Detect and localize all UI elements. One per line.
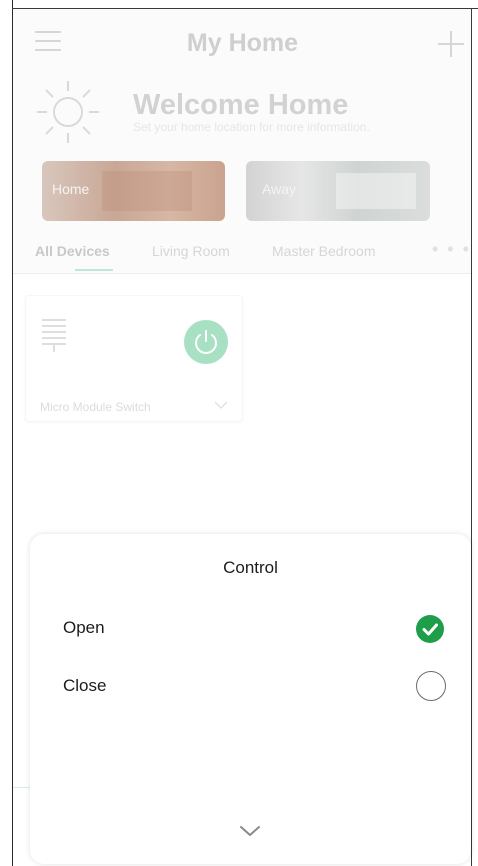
sheet-title: Control — [223, 558, 278, 577]
tabs-more-icon[interactable]: • • • — [432, 239, 471, 260]
tab-all-devices[interactable]: All Devices — [35, 243, 110, 259]
scene-home-label: Home — [52, 181, 90, 197]
welcome-subtitle: Set your home location for more informat… — [133, 120, 370, 134]
frame-edge — [12, 0, 13, 866]
sun-icon — [37, 81, 99, 143]
option-close[interactable]: Close — [30, 666, 471, 706]
welcome-title: Welcome Home — [133, 89, 349, 121]
chevron-down-icon[interactable] — [214, 400, 228, 410]
power-icon — [195, 330, 217, 354]
collapse-chevron-icon[interactable] — [235, 821, 265, 841]
home-header: My Home Welcome Home Set your home locat… — [13, 9, 472, 274]
app-window: My Home Welcome Home Set your home locat… — [0, 0, 478, 866]
power-button[interactable] — [184, 320, 228, 364]
control-sheet: Control Open Close — [30, 534, 471, 864]
scene-away-label: Away — [262, 181, 296, 197]
frame-edge — [471, 8, 472, 866]
tab-living-room[interactable]: Living Room — [152, 243, 230, 259]
page-title: My Home — [186, 29, 299, 57]
tab-master-bedroom[interactable]: Master Bedroom — [272, 243, 375, 259]
unchecked-radio-icon[interactable] — [416, 671, 446, 701]
active-tab-indicator — [75, 269, 113, 271]
option-open-label: Open — [63, 618, 105, 637]
switch-device-icon — [42, 319, 66, 352]
add-icon[interactable] — [438, 31, 464, 57]
frame-edge — [12, 8, 478, 9]
device-name: Micro Module Switch — [40, 400, 151, 414]
option-open[interactable]: Open — [30, 608, 471, 648]
scene-away-card[interactable]: Away — [246, 161, 430, 221]
device-card[interactable]: Micro Module Switch — [25, 295, 243, 422]
scene-home-card[interactable]: Home — [42, 161, 225, 221]
option-close-label: Close — [63, 676, 107, 695]
checked-icon[interactable] — [416, 615, 444, 643]
